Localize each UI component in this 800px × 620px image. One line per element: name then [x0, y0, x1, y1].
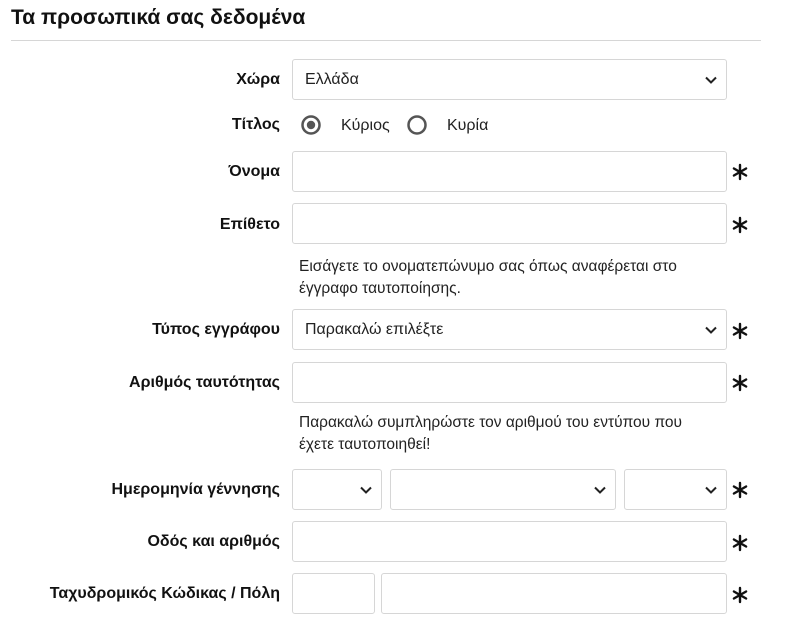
country-select-value: Ελλάδα	[305, 71, 359, 88]
birth-year-select[interactable]	[624, 469, 727, 510]
id-hint-line1: Παρακαλώ συμπληρώστε τον αριθμού του εντ…	[299, 414, 683, 431]
first-name-input[interactable]	[292, 151, 727, 192]
postal-code-input[interactable]	[292, 573, 375, 614]
name-hint-line1: Εισάγετε το ονοματεπώνυμο σας όπως αναφέ…	[299, 258, 677, 275]
radio-mr-icon[interactable]	[301, 115, 321, 135]
asterisk-icon	[732, 534, 748, 552]
street-input[interactable]	[292, 521, 727, 562]
chevron-down-icon	[705, 486, 717, 494]
id-number-label: Αριθμός ταυτότητας	[129, 374, 280, 391]
postal-city-label: Ταχυδρομικός Κώδικας / Πόλη	[49, 585, 280, 602]
last-name-label: Επίθετο	[219, 216, 280, 233]
street-label: Οδός και αριθμός	[147, 533, 280, 550]
country-select[interactable]: Ελλάδα	[292, 59, 727, 100]
asterisk-icon	[732, 322, 748, 340]
chevron-down-icon	[594, 486, 606, 494]
chevron-down-icon	[705, 326, 717, 334]
name-hint-line2: έγγραφο ταυτοποίησης.	[299, 280, 461, 297]
asterisk-icon	[732, 216, 748, 234]
chevron-down-icon	[360, 486, 372, 494]
city-input[interactable]	[381, 573, 727, 614]
birth-month-select[interactable]	[390, 469, 616, 510]
document-type-select-value: Παρακαλώ επιλέξτε	[305, 321, 444, 338]
name-hint-text: Εισάγετε το ονοματεπώνυμο σας όπως αναφέ…	[299, 256, 739, 300]
chevron-down-icon	[705, 76, 717, 84]
asterisk-icon	[732, 163, 748, 181]
birth-date-label: Ημερομηνία γέννησης	[111, 481, 280, 498]
id-number-input[interactable]	[292, 362, 727, 403]
country-label: Χώρα	[236, 71, 280, 88]
section-divider	[11, 40, 761, 41]
id-hint-line2: έχετε ταυτοποιηθεί!	[299, 436, 431, 453]
first-name-label: Όνομα	[228, 163, 281, 180]
salutation-label: Τίτλος	[231, 116, 280, 133]
section-title: Τα προσωπικά σας δεδομένα	[11, 6, 306, 29]
radio-mrs-label[interactable]: Κυρία	[447, 117, 488, 135]
asterisk-icon	[732, 481, 748, 499]
asterisk-icon	[732, 586, 748, 604]
document-type-select[interactable]: Παρακαλώ επιλέξτε	[292, 309, 727, 350]
asterisk-icon	[732, 374, 748, 392]
last-name-input[interactable]	[292, 203, 727, 244]
radio-mrs-icon[interactable]	[407, 115, 427, 135]
document-type-label: Τύπος εγγράφου	[152, 321, 280, 338]
radio-mr-label[interactable]: Κύριος	[341, 117, 390, 135]
id-hint-text: Παρακαλώ συμπληρώστε τον αριθμού του εντ…	[299, 412, 739, 456]
birth-day-select[interactable]	[292, 469, 382, 510]
